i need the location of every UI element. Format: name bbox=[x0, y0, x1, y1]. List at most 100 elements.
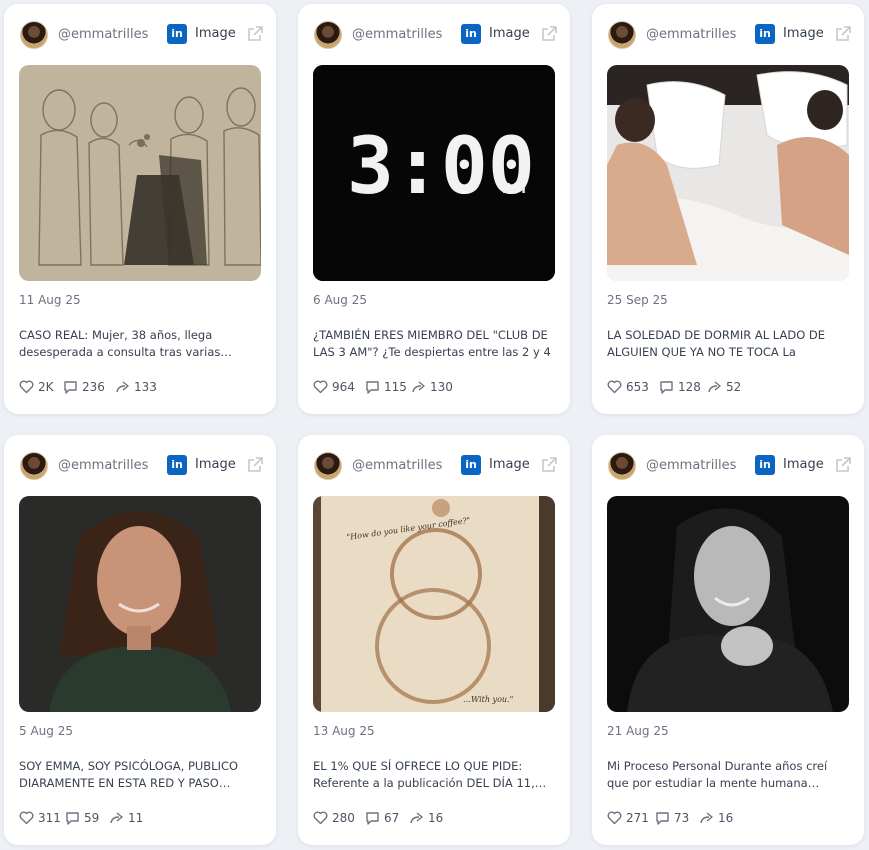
post-type-label: Image bbox=[783, 26, 824, 41]
heart-icon bbox=[19, 380, 34, 394]
external-link-icon[interactable] bbox=[246, 456, 264, 474]
comment-icon bbox=[660, 381, 673, 394]
post-date: 21 Aug 25 bbox=[607, 724, 669, 738]
post-date: 25 Sep 25 bbox=[607, 293, 668, 307]
linkedin-icon: in bbox=[755, 24, 775, 44]
post-type-label: Image bbox=[783, 457, 824, 472]
author-handle[interactable]: @emmatrilles bbox=[58, 27, 148, 42]
post-date: 5 Aug 25 bbox=[19, 724, 73, 738]
post-type-label: Image bbox=[489, 26, 530, 41]
avatar[interactable] bbox=[608, 21, 636, 49]
heart-icon bbox=[313, 811, 328, 825]
share-icon bbox=[708, 381, 721, 393]
comment-icon bbox=[656, 812, 669, 825]
share-icon bbox=[700, 812, 713, 824]
likes-count: 311 bbox=[38, 811, 61, 825]
external-link-icon[interactable] bbox=[834, 456, 852, 474]
author-handle[interactable]: @emmatrilles bbox=[58, 458, 148, 473]
avatar[interactable] bbox=[314, 452, 342, 480]
linkedin-icon: in bbox=[461, 455, 481, 475]
likes-count: 2K bbox=[38, 380, 54, 394]
comment-icon bbox=[66, 812, 79, 825]
author-handle[interactable]: @emmatrilles bbox=[352, 27, 442, 42]
likes-count: 280 bbox=[332, 811, 355, 825]
heart-icon bbox=[607, 380, 622, 394]
post-image[interactable] bbox=[19, 496, 261, 712]
card-header: @emmatrilles in Image bbox=[314, 20, 558, 50]
post-image[interactable] bbox=[19, 65, 261, 281]
share-icon bbox=[110, 812, 123, 824]
post-text: Mi Proceso Personal Durante años creí qu… bbox=[607, 759, 828, 790]
linkedin-icon: in bbox=[461, 24, 481, 44]
avatar[interactable] bbox=[608, 452, 636, 480]
avatar[interactable] bbox=[20, 21, 48, 49]
post-image[interactable]: "How do you like your coffee?" …With you… bbox=[313, 496, 555, 712]
share-icon bbox=[412, 381, 425, 393]
post-card[interactable]: @emmatrilles in Image 3:00 AM 6 Aug 25 ¿… bbox=[298, 4, 570, 414]
likes-count: 964 bbox=[332, 380, 355, 394]
avatar[interactable] bbox=[20, 452, 48, 480]
card-header: @emmatrilles in Image bbox=[20, 451, 264, 481]
linkedin-icon: in bbox=[167, 24, 187, 44]
post-grid: @emmatrilles in Image 11 Aug 25 CASO REA… bbox=[0, 0, 869, 850]
linkedin-icon: in bbox=[755, 455, 775, 475]
comment-icon bbox=[366, 812, 379, 825]
post-type-label: Image bbox=[195, 457, 236, 472]
heart-icon bbox=[19, 811, 34, 825]
post-card[interactable]: @emmatrilles in Image "How do you like y… bbox=[298, 435, 570, 845]
comments-count: 73 bbox=[674, 811, 690, 825]
likes-count: 271 bbox=[626, 811, 649, 825]
author-handle[interactable]: @emmatrilles bbox=[352, 458, 442, 473]
heart-icon bbox=[313, 380, 328, 394]
post-date: 13 Aug 25 bbox=[313, 724, 375, 738]
post-date: 11 Aug 25 bbox=[19, 293, 81, 307]
coffee-note-bottom: …With you." bbox=[463, 695, 513, 704]
heart-icon bbox=[607, 811, 622, 825]
external-link-icon[interactable] bbox=[834, 25, 852, 43]
avatar[interactable] bbox=[314, 21, 342, 49]
comments-count: 128 bbox=[678, 380, 701, 394]
post-text: ¿TAMBIÉN ERES MIEMBRO DEL "CLUB DE LAS 3… bbox=[313, 328, 551, 359]
linkedin-icon: in bbox=[167, 455, 187, 475]
card-header: @emmatrilles in Image bbox=[608, 451, 852, 481]
post-card[interactable]: @emmatrilles in Image 25 Sep 25 LA SOLED… bbox=[592, 4, 864, 414]
external-link-icon[interactable] bbox=[540, 456, 558, 474]
share-icon bbox=[410, 812, 423, 824]
external-link-icon[interactable] bbox=[246, 25, 264, 43]
post-image[interactable] bbox=[607, 496, 849, 712]
card-header: @emmatrilles in Image bbox=[608, 20, 852, 50]
comments-count: 67 bbox=[384, 811, 400, 825]
clock-suffix: AM bbox=[503, 182, 526, 197]
shares-count: 11 bbox=[128, 811, 144, 825]
post-text: EL 1% QUE SÍ OFRECE LO QUE PIDE: Referen… bbox=[313, 759, 547, 790]
share-icon bbox=[116, 381, 129, 393]
card-header: @emmatrilles in Image bbox=[20, 20, 264, 50]
post-card[interactable]: @emmatrilles in Image 21 Aug 25 Mi Proce… bbox=[592, 435, 864, 845]
shares-count: 130 bbox=[430, 380, 453, 394]
post-type-label: Image bbox=[489, 457, 530, 472]
clock-digits: 3:00 bbox=[347, 122, 535, 212]
shares-count: 133 bbox=[134, 380, 157, 394]
post-text: CASO REAL: Mujer, 38 años, llega desespe… bbox=[19, 328, 232, 359]
comments-count: 115 bbox=[384, 380, 407, 394]
post-image[interactable]: 3:00 AM bbox=[313, 65, 555, 281]
comments-count: 59 bbox=[84, 811, 100, 825]
comment-icon bbox=[366, 381, 379, 394]
post-card[interactable]: @emmatrilles in Image 11 Aug 25 CASO REA… bbox=[4, 4, 276, 414]
shares-count: 52 bbox=[726, 380, 742, 394]
post-text: LA SOLEDAD DE DORMIR AL LADO DE ALGUIEN … bbox=[607, 328, 826, 359]
post-card[interactable]: @emmatrilles in Image 5 Aug 25 SOY EMMA,… bbox=[4, 435, 276, 845]
post-image[interactable] bbox=[607, 65, 849, 281]
likes-count: 653 bbox=[626, 380, 649, 394]
post-date: 6 Aug 25 bbox=[313, 293, 367, 307]
comment-icon bbox=[64, 381, 77, 394]
post-type-label: Image bbox=[195, 26, 236, 41]
shares-count: 16 bbox=[428, 811, 444, 825]
post-text: SOY EMMA, SOY PSICÓLOGA, PUBLICO DIARAME… bbox=[19, 759, 239, 790]
card-header: @emmatrilles in Image bbox=[314, 451, 558, 481]
author-handle[interactable]: @emmatrilles bbox=[646, 27, 736, 42]
external-link-icon[interactable] bbox=[540, 25, 558, 43]
comments-count: 236 bbox=[82, 380, 105, 394]
shares-count: 16 bbox=[718, 811, 734, 825]
author-handle[interactable]: @emmatrilles bbox=[646, 458, 736, 473]
